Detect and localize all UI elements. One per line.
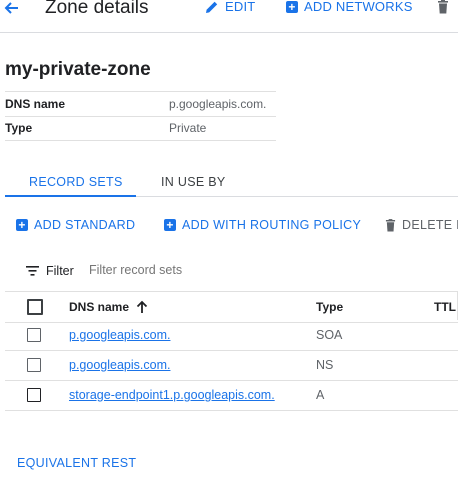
add-box-icon: + [286, 0, 298, 13]
dns-name-link[interactable]: storage-endpoint1.p.googleapis.com. [69, 388, 275, 402]
row-checkbox[interactable] [27, 358, 41, 372]
delete-zone-button[interactable] [437, 0, 449, 14]
page-title: Zone details [45, 0, 149, 18]
filter-input[interactable] [89, 263, 269, 277]
detail-value: Private [169, 121, 207, 135]
select-all-checkbox[interactable] [27, 299, 43, 315]
dns-name-link[interactable]: p.googleapis.com. [69, 358, 170, 372]
add-routing-label: ADD WITH ROUTING POLICY [182, 218, 362, 232]
detail-key: DNS name [5, 97, 66, 111]
column-ttl[interactable]: TTL [434, 300, 456, 314]
edit-label: EDIT [225, 0, 256, 14]
record-type: SOA [316, 328, 343, 342]
detail-row-dns-name: DNS name p.googleapis.com. [5, 91, 276, 117]
add-standard-label: ADD STANDARD [34, 218, 136, 232]
column-type[interactable]: Type [316, 300, 343, 314]
add-standard-button[interactable]: + ADD STANDARD [16, 218, 135, 232]
row-checkbox[interactable] [27, 388, 41, 402]
arrow-up-icon[interactable] [136, 300, 148, 314]
add-box-icon: + [16, 219, 28, 231]
edit-button[interactable]: EDIT [205, 0, 255, 14]
record-type: NS [316, 358, 334, 372]
delete-label: DELETE R [402, 218, 458, 232]
tab-in-use-by[interactable]: IN USE BY [161, 175, 226, 189]
detail-value: p.googleapis.com. [169, 97, 267, 111]
column-label: DNS name [69, 300, 130, 314]
active-tab-indicator [5, 195, 136, 197]
detail-row-type: Type Private [5, 116, 276, 141]
filter-label: Filter [46, 264, 74, 278]
column-dns-name[interactable]: DNS name [69, 300, 129, 314]
filter-icon[interactable] [26, 266, 39, 276]
row-checkbox[interactable] [27, 328, 41, 342]
tab-record-sets[interactable]: RECORD SETS [29, 175, 123, 189]
delete-record-button[interactable]: DELETE R [385, 218, 458, 232]
add-networks-button[interactable]: + ADD NETWORKS [286, 0, 413, 14]
record-type: A [316, 388, 325, 402]
add-networks-label: ADD NETWORKS [304, 0, 413, 14]
dns-name-link[interactable]: p.googleapis.com. [69, 328, 170, 342]
zone-name: my-private-zone [5, 59, 151, 80]
detail-key: Type [5, 121, 33, 135]
add-box-icon: + [164, 219, 176, 231]
back-arrow-icon[interactable] [2, 0, 20, 16]
delete-icon [385, 218, 396, 232]
pencil-icon [205, 0, 219, 14]
delete-icon [437, 0, 449, 14]
add-routing-policy-button[interactable]: + ADD WITH ROUTING POLICY [164, 218, 361, 232]
equivalent-rest-link[interactable]: EQUIVALENT REST [17, 456, 136, 470]
